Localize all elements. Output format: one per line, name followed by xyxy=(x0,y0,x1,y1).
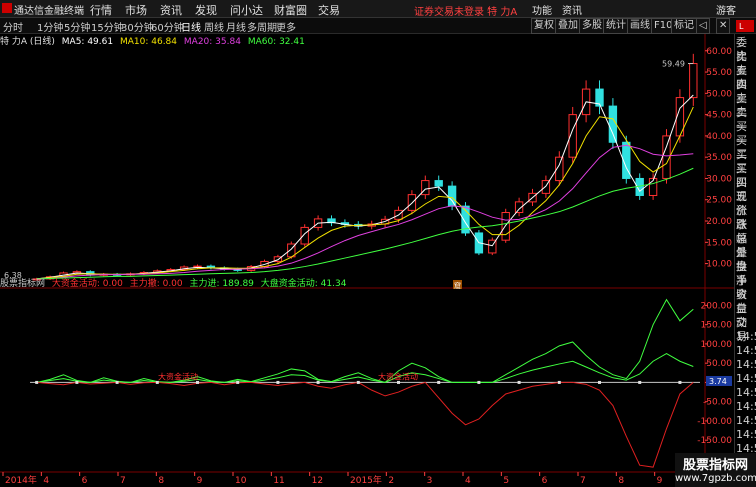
signal-dot xyxy=(236,380,240,384)
event-marker-label: 窟 xyxy=(454,281,461,290)
unit-badge: L xyxy=(739,22,744,31)
sidebar-item[interactable]: 14:56 xyxy=(736,414,756,428)
signal-dot xyxy=(356,380,360,384)
y-tick-label: 200.00 xyxy=(701,301,733,311)
y-tick-label: 50.00 xyxy=(706,89,732,99)
ma20-label: MA20: 35.84 xyxy=(183,37,241,47)
y-tick-label: -50.00 xyxy=(703,398,732,408)
y-tick-label: -100.00 xyxy=(697,417,732,427)
y-tick-label: 100.00 xyxy=(701,340,733,350)
ma10-label: MA10: 46.84 xyxy=(119,37,178,47)
candle-body xyxy=(300,226,309,245)
ma-line-ma60 xyxy=(36,167,694,280)
watermark: 股票指标网 www.7gpzb.com xyxy=(675,453,756,487)
candle-body xyxy=(608,105,618,143)
y-tick-label: 45.00 xyxy=(706,111,732,121)
y-tick-label: 35.00 xyxy=(706,153,732,163)
ma60-label: MA60: 32.41 xyxy=(247,37,305,47)
main-out-label: 主力撤: 0.00 xyxy=(129,279,183,289)
y-tick-label: 50.00 xyxy=(706,359,732,369)
last-value-label: 3.74 xyxy=(709,377,727,386)
x-tick-label: 9 xyxy=(197,476,203,486)
sidebar-item[interactable]: 14:56 xyxy=(736,330,756,344)
x-tick-label: 3 xyxy=(427,476,433,486)
y-tick-label: 150.00 xyxy=(701,321,733,331)
x-tick-label: 11 xyxy=(273,476,284,486)
watermark-title: 股票指标网 xyxy=(682,458,748,473)
y-tick-label: 30.00 xyxy=(706,174,732,184)
x-tick-label: 2 xyxy=(388,476,394,486)
y-tick-label: 10.00 xyxy=(706,260,732,270)
stock-header: 特 力A (日线) xyxy=(0,37,55,47)
sidebar-item[interactable]: 14:56 xyxy=(736,372,756,386)
x-tick-label: 2015年 xyxy=(350,474,382,486)
signal-dot xyxy=(75,380,79,384)
signal-dot xyxy=(316,380,320,384)
x-tick-label: 6 xyxy=(542,476,548,486)
indicator-name: 股票指标网 xyxy=(0,279,46,289)
ma5-label: MA5: 49.61 xyxy=(61,37,114,47)
y-tick-label: 60.00 xyxy=(706,47,732,57)
indicator-annotation: 大资金活动 xyxy=(158,371,198,381)
signal-dot xyxy=(115,380,119,384)
signal-dot xyxy=(638,380,642,384)
candle-body xyxy=(689,63,698,99)
y-tick-label: 55.00 xyxy=(706,68,732,78)
signal-dot xyxy=(678,380,682,384)
big-fund-label: 大资金活动: 0.00 xyxy=(51,279,123,289)
indicator-series-1 xyxy=(36,352,694,383)
y-tick-label: 20.00 xyxy=(706,217,732,227)
signal-dot xyxy=(437,380,441,384)
indicator-legend: 股票指标网 大资金活动: 0.00 主力撤: 0.00 主力进: 189.89 … xyxy=(0,276,350,289)
signal-dot xyxy=(35,380,39,384)
candle-body xyxy=(434,180,443,187)
indicator-series-2 xyxy=(36,381,694,468)
x-tick-label: 7 xyxy=(120,476,126,486)
x-tick-label: 6 xyxy=(82,476,88,486)
candle-body xyxy=(447,185,457,207)
indicator-annotation: 大资金活动 xyxy=(378,371,418,381)
stock-chart: 10.00 15.00 20.00 25.00 30.00 35.00 40.00 45.00… xyxy=(0,20,754,486)
x-tick-label: 7 xyxy=(580,476,586,486)
sidebar-item[interactable]: 14:56 xyxy=(736,344,756,358)
high-price-label: 59.49 xyxy=(662,60,685,69)
x-tick-label: 4 xyxy=(43,476,49,486)
quote-sidebar: 委比 卖五 卖四 卖三 卖二 卖一 买一 买二 买三 买四 买五 现价 涨跌 涨幅 总量 外盘 换手 净资 收益 自动… xyxy=(734,34,756,487)
sidebar-item[interactable]: 14:56 xyxy=(736,428,756,442)
sidebar-item[interactable]: 14:56 xyxy=(736,358,756,372)
signal-dot xyxy=(477,380,481,384)
market-fund-label: 大盘资金活动: 41.34 xyxy=(260,279,347,289)
ma-legend: 特 力A (日线) MA5: 49.61 MA10: 46.84 MA20: 3… xyxy=(0,34,309,47)
x-tick-label: 2014年 xyxy=(5,474,37,486)
x-tick-label: 10 xyxy=(235,476,247,486)
main-in-label: 主力进: 189.89 xyxy=(189,279,254,289)
sidebar-item[interactable]: 14:56 xyxy=(736,386,756,400)
x-tick-label: 9 xyxy=(657,476,663,486)
candle-body xyxy=(501,212,510,241)
watermark-url: www.7gpzb.com xyxy=(675,473,756,484)
signal-dot xyxy=(276,380,280,384)
x-tick-label: 8 xyxy=(158,476,164,486)
x-tick-label: 5 xyxy=(503,476,509,486)
sidebar-item[interactable]: 14:56 xyxy=(736,400,756,414)
x-tick-label: 8 xyxy=(618,476,624,486)
y-tick-label: 40.00 xyxy=(706,132,732,142)
ma-line-ma20 xyxy=(36,144,694,280)
x-tick-label: 12 xyxy=(312,476,323,486)
signal-dot xyxy=(598,380,601,384)
signal-dot xyxy=(517,380,521,384)
y-tick-label: 15.00 xyxy=(706,238,732,248)
x-tick-label: 4 xyxy=(465,476,471,486)
signal-dot xyxy=(557,380,561,384)
indicator-series-0 xyxy=(36,298,694,383)
y-tick-label: 25.00 xyxy=(706,196,732,206)
y-tick-label: -150.00 xyxy=(697,436,732,446)
